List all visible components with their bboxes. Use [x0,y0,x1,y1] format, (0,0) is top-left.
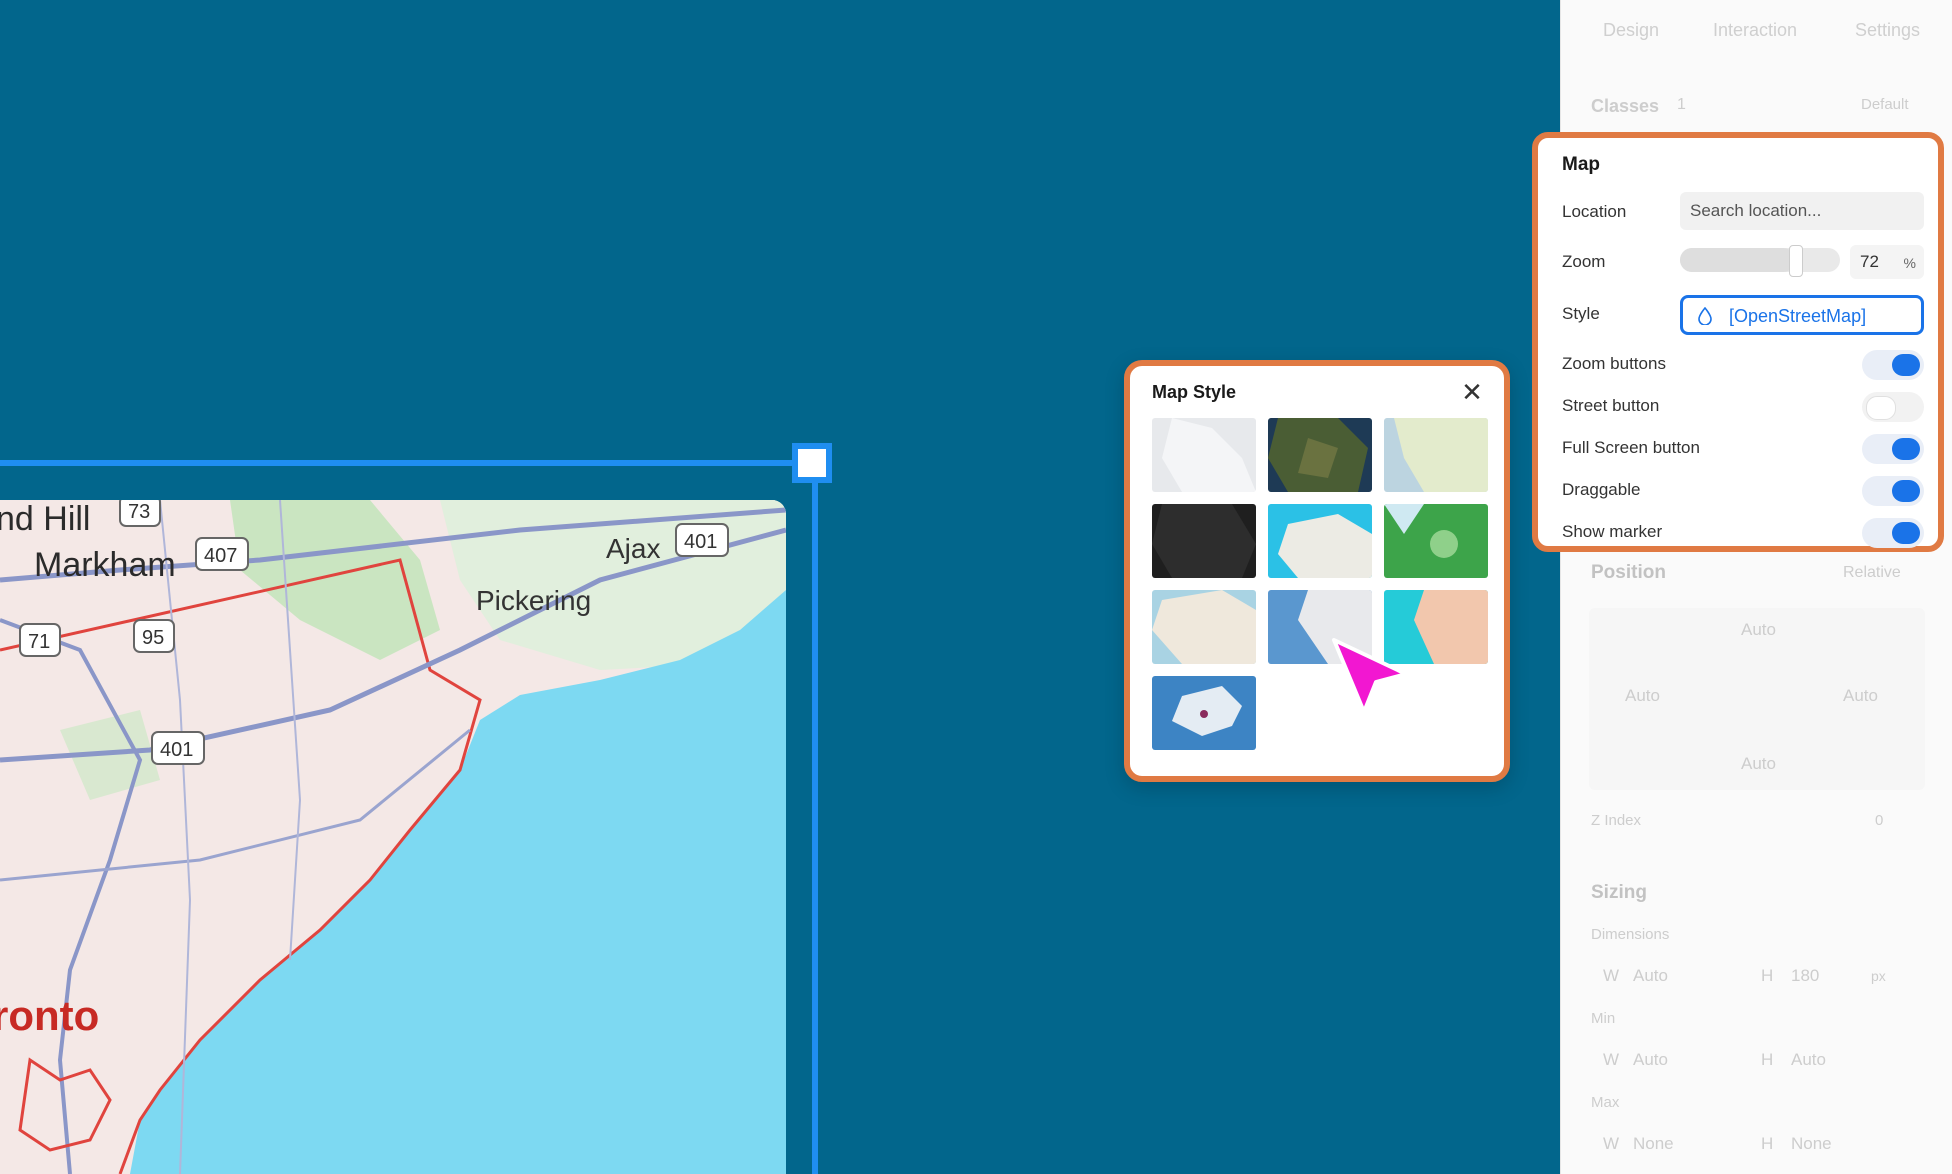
droplet-icon [1698,307,1712,325]
tab-settings[interactable]: Settings [1855,20,1920,41]
style-label: Style [1562,304,1600,323]
style-tile-satellite[interactable] [1268,418,1372,492]
toggle-switch[interactable] [1862,434,1924,464]
dim-h-value[interactable]: 180 [1791,966,1819,986]
position-right[interactable]: Auto [1843,686,1878,706]
classes-default[interactable]: Default [1861,96,1909,113]
zoom-value-field[interactable]: 72 % [1850,245,1924,279]
position-top[interactable]: Auto [1741,620,1776,640]
map-label-richmond-hill: nd Hill [0,500,90,538]
toggle-switch[interactable] [1862,350,1924,380]
style-tile-green-terrain[interactable] [1384,504,1488,578]
zoom-slider-thumb[interactable] [1789,245,1804,277]
position-title: Position [1591,562,1666,583]
toggle-knob [1892,438,1920,460]
max-w-prefix: W [1603,1134,1620,1153]
max-w-value[interactable]: None [1633,1134,1674,1154]
map-style-popover: Map Style ✕ [1124,360,1510,782]
map-section-title: Map [1562,154,1600,175]
shield-407: 407 [204,545,237,567]
min-w-prefix: W [1603,1050,1620,1069]
shield-71: 71 [28,631,50,653]
shield-401-east: 401 [684,531,717,553]
max-h-prefix: H [1761,1134,1774,1153]
map-label-pickering: Pickering [476,585,591,616]
max-label: Max [1591,1094,1620,1111]
toggle-label: Show marker [1562,522,1663,541]
max-h-value[interactable]: None [1791,1134,1832,1154]
toggle-switch[interactable] [1862,518,1924,548]
toggle-label: Zoom buttons [1562,354,1666,373]
pointer-cursor-icon [1332,638,1408,714]
selection-edge-right [812,466,818,1174]
tab-interaction[interactable]: Interaction [1713,20,1797,41]
dim-w-prefix: W [1603,966,1620,985]
tab-design[interactable]: Design [1603,20,1659,41]
resize-handle[interactable] [792,443,832,483]
dim-h-unit[interactable]: px [1871,968,1886,984]
panel-tabs: Design Interaction Settings [1561,20,1952,50]
zindex-label: Z Index [1591,812,1642,829]
popover-title: Map Style [1152,382,1237,402]
shield-95: 95 [142,627,164,649]
zoom-unit: % [1903,255,1916,271]
zoom-slider[interactable] [1680,245,1840,277]
zoom-slider-fill [1680,248,1796,272]
classes-count[interactable]: 1 [1677,96,1686,114]
position-mode[interactable]: Relative [1843,564,1901,582]
zoom-value: 72 [1860,252,1879,271]
min-w-value[interactable]: Auto [1633,1050,1668,1070]
style-tile-pastel[interactable] [1384,418,1488,492]
min-h-prefix: H [1761,1050,1774,1069]
toggle-switch[interactable] [1862,476,1924,506]
toggle-knob [1892,354,1920,376]
style-tile-cyan-relief[interactable] [1268,504,1372,578]
map-properties-section: Map Location Search location... Zoom 72 … [1532,132,1944,552]
location-label: Location [1562,202,1627,221]
map-label-markham: Markham [34,546,176,584]
toggle-label: Street button [1562,396,1660,415]
style-value: [OpenStreetMap] [1729,306,1867,326]
style-tile-world-blue[interactable] [1152,676,1256,750]
classes-label: Classes [1591,96,1660,116]
position-left[interactable]: Auto [1625,686,1660,706]
position-bottom[interactable]: Auto [1741,754,1776,774]
map-label-toronto: ronto [0,992,99,1039]
toggle-switch[interactable] [1862,392,1924,422]
design-canvas[interactable]: nd Hill Markham Pickering Ajax ronto 73 … [0,0,1560,1174]
dimensions-label: Dimensions [1591,926,1670,943]
shield-401-west: 401 [160,739,193,761]
zindex-value[interactable]: 0 [1875,812,1883,829]
toggle-knob [1866,396,1896,420]
style-tile-muted-road[interactable] [1152,590,1256,664]
min-label: Min [1591,1010,1616,1027]
dim-h-prefix: H [1761,966,1774,985]
style-tile-dark[interactable] [1152,504,1256,578]
sizing-title: Sizing [1591,882,1647,903]
style-tile-light-gray[interactable] [1152,418,1256,492]
map-tiles: nd Hill Markham Pickering Ajax ronto 73 … [0,500,786,1174]
toggle-knob [1892,522,1920,544]
close-icon[interactable]: ✕ [1458,378,1486,406]
min-h-value[interactable]: Auto [1791,1050,1826,1070]
shield-73: 73 [128,501,150,523]
map-element[interactable]: nd Hill Markham Pickering Ajax ronto 73 … [0,500,786,1174]
toggle-knob [1892,480,1920,502]
dim-w-value[interactable]: Auto [1633,966,1668,986]
toggle-label: Draggable [1562,480,1641,499]
map-label-ajax: Ajax [606,533,660,564]
location-search-input[interactable]: Search location... [1680,192,1924,230]
selection-edge-top [0,460,812,466]
zoom-label: Zoom [1562,252,1606,271]
style-select-button[interactable]: [OpenStreetMap] [1680,295,1924,335]
toggle-label: Full Screen button [1562,438,1700,457]
